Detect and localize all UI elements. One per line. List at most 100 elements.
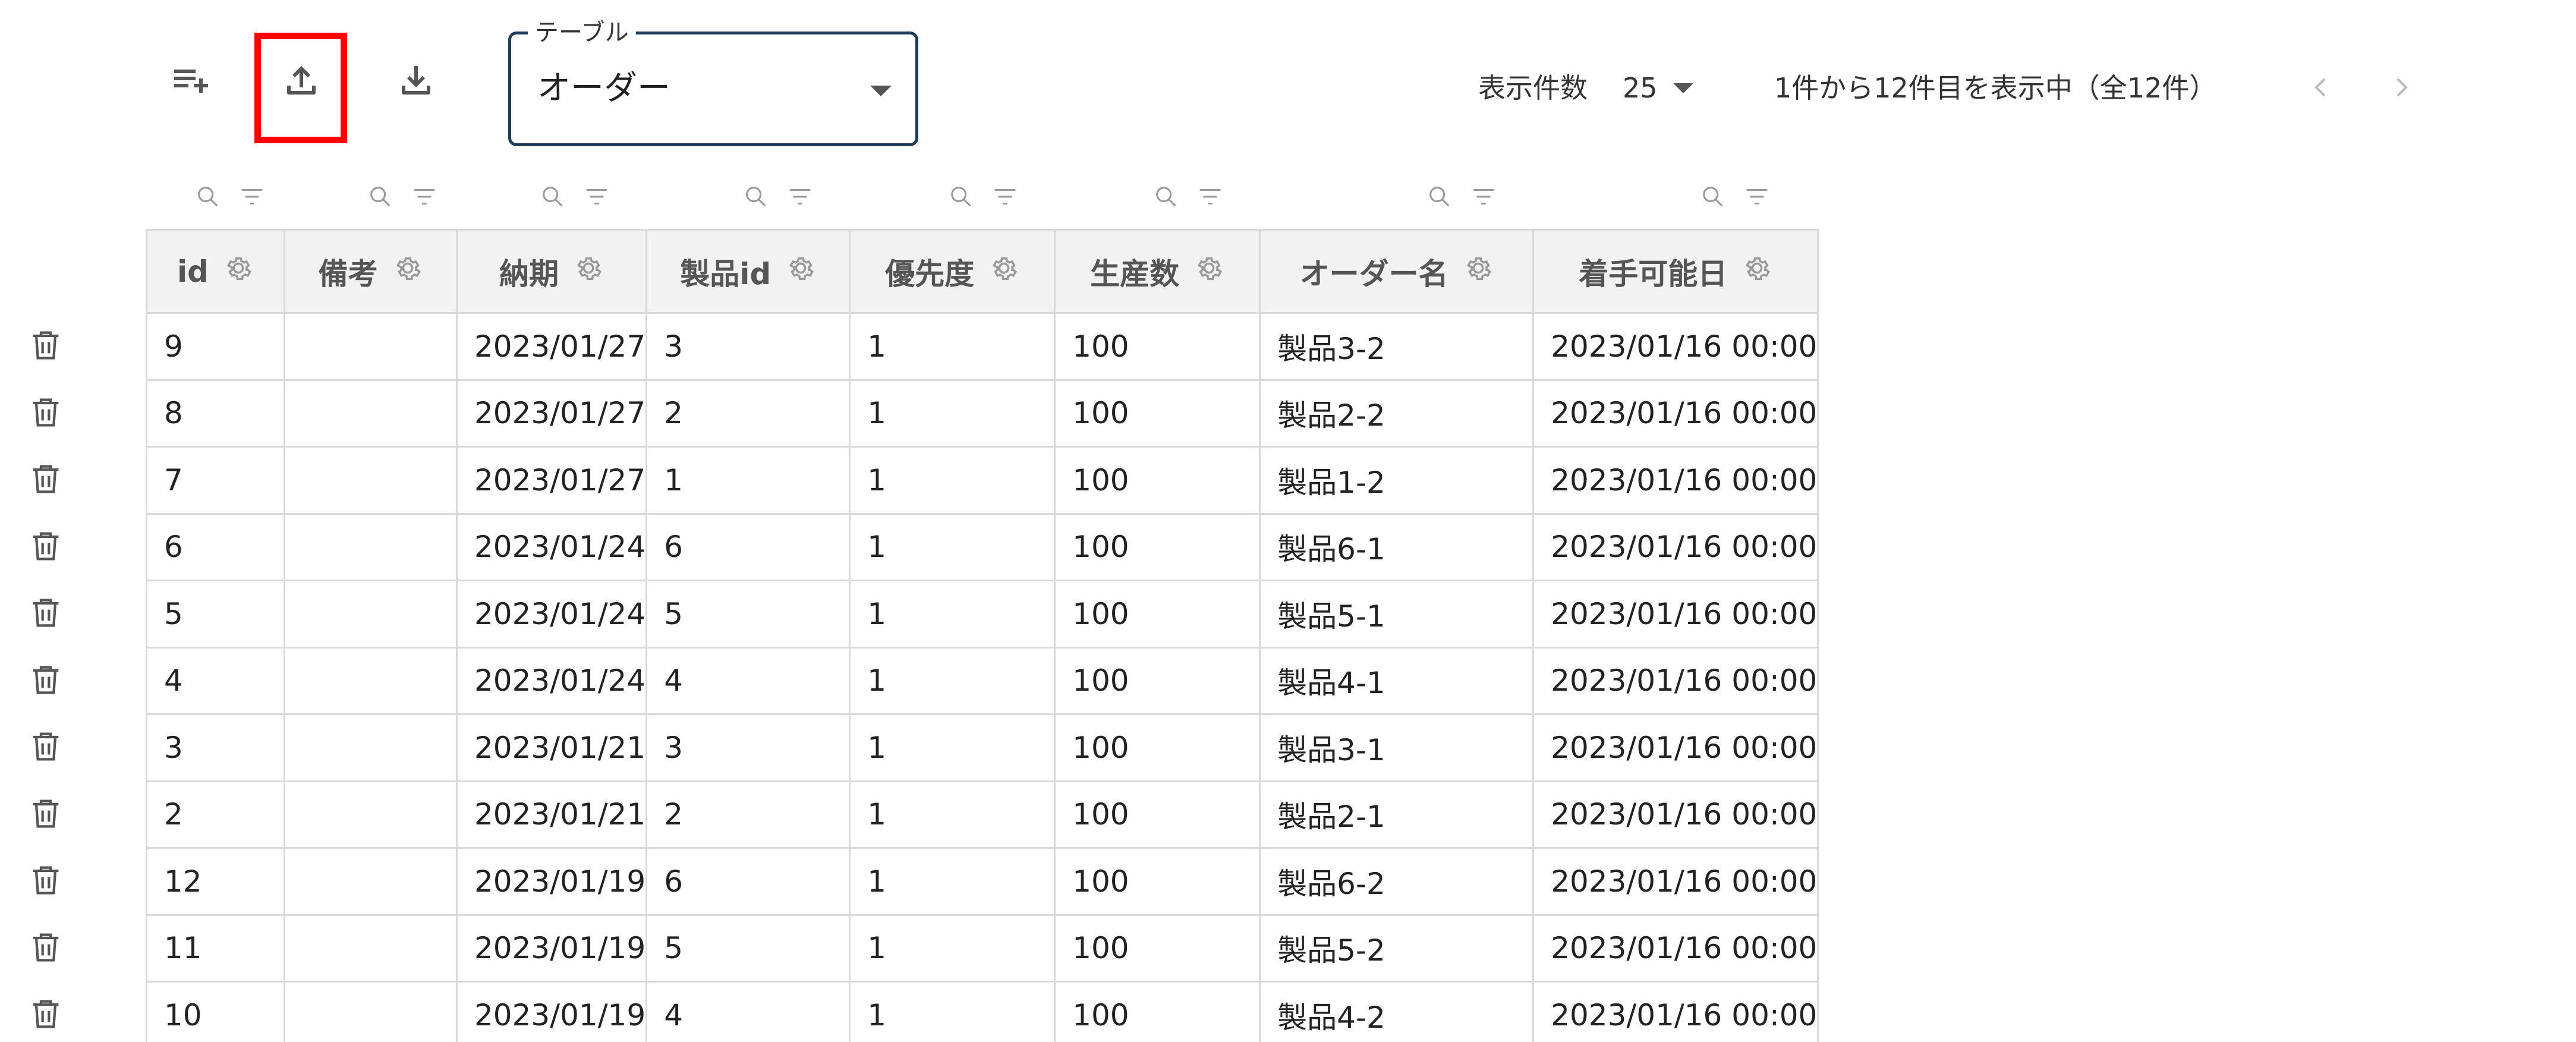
table-cell[interactable]: 4 (146, 646, 285, 715)
table-cell[interactable]: 3 (645, 713, 851, 782)
delete-row-button[interactable] (27, 861, 65, 899)
gear-icon[interactable] (1193, 253, 1224, 291)
table-cell[interactable]: 製品2-2 (1259, 379, 1535, 448)
column-header[interactable]: オーダー名 (1259, 229, 1535, 314)
table-cell[interactable] (284, 713, 458, 782)
table-cell[interactable]: 7 (146, 446, 285, 515)
delete-row-button[interactable] (27, 460, 65, 498)
table-cell[interactable]: 5 (645, 580, 851, 649)
table-cell[interactable]: 1 (849, 713, 1056, 782)
table-cell[interactable] (284, 646, 458, 715)
table-cell[interactable]: 5 (146, 580, 285, 649)
table-cell[interactable]: 1 (849, 646, 1056, 715)
table-cell[interactable]: 2023/01/24 (455, 512, 648, 581)
table-cell[interactable]: 2023/01/27 (455, 446, 648, 515)
table-cell[interactable] (284, 512, 458, 581)
table-cell[interactable]: 2023/01/16 00:00 (1532, 981, 1819, 1042)
table-cell[interactable] (284, 914, 458, 983)
column-header[interactable]: id (146, 229, 285, 314)
search-icon[interactable] (947, 183, 975, 213)
table-cell[interactable]: 4 (645, 981, 851, 1042)
table-cell[interactable] (284, 379, 458, 448)
table-row[interactable]: 7 2023/01/27 1 1 100 製品1-2 2023/01/16 00:00 (146, 446, 1819, 515)
table-cell[interactable]: 100 (1054, 312, 1261, 381)
table-cell[interactable]: 100 (1054, 446, 1261, 515)
delete-row-button[interactable] (27, 995, 65, 1033)
table-cell[interactable] (284, 446, 458, 515)
table-cell[interactable]: 3 (146, 713, 285, 782)
table-cell[interactable]: 2023/01/19 (455, 847, 648, 916)
table-cell[interactable]: 6 (146, 512, 285, 581)
search-icon[interactable] (367, 183, 394, 213)
table-cell[interactable] (284, 981, 458, 1042)
gear-icon[interactable] (223, 253, 254, 291)
table-cell[interactable]: 100 (1054, 981, 1261, 1042)
delete-row-button[interactable] (27, 795, 65, 833)
table-cell[interactable]: 製品1-2 (1259, 446, 1535, 515)
gear-icon[interactable] (392, 253, 423, 291)
table-row[interactable]: 2 2023/01/21 2 1 100 製品2-1 2023/01/16 00:00 (146, 780, 1819, 849)
table-cell[interactable]: 2023/01/16 00:00 (1532, 646, 1819, 715)
search-icon[interactable] (1426, 183, 1453, 213)
gear-icon[interactable] (1742, 253, 1772, 291)
table-cell[interactable]: 6 (645, 512, 851, 581)
table-cell[interactable]: 100 (1054, 646, 1261, 715)
table-row[interactable]: 11 2023/01/19 5 1 100 製品5-2 2023/01/16 00:00 (146, 914, 1819, 983)
delete-row-button[interactable] (27, 661, 65, 699)
search-icon[interactable] (1699, 183, 1727, 213)
filter-icon[interactable] (1743, 183, 1771, 213)
table-cell[interactable]: 100 (1054, 379, 1261, 448)
table-row[interactable]: 12 2023/01/19 6 1 100 製品6-2 2023/01/16 00:00 (146, 847, 1819, 916)
table-cell[interactable] (284, 312, 458, 381)
table-row[interactable]: 10 2023/01/19 4 1 100 製品4-2 2023/01/16 00:00 (146, 981, 1819, 1042)
column-header[interactable]: 備考 (284, 229, 458, 314)
delete-row-button[interactable] (27, 594, 65, 632)
table-row[interactable]: 6 2023/01/24 6 1 100 製品6-1 2023/01/16 00:00 (146, 512, 1819, 581)
filter-icon[interactable] (1470, 183, 1497, 213)
table-cell[interactable]: 製品3-1 (1259, 713, 1535, 782)
search-icon[interactable] (539, 183, 566, 213)
filter-icon[interactable] (583, 183, 610, 213)
table-cell[interactable]: 100 (1054, 780, 1261, 849)
table-cell[interactable]: 9 (146, 312, 285, 381)
table-cell[interactable]: 1 (645, 446, 851, 515)
delete-row-button[interactable] (27, 393, 65, 432)
filter-icon[interactable] (786, 183, 814, 213)
table-cell[interactable]: 2023/01/19 (455, 914, 648, 983)
column-header[interactable]: 生産数 (1054, 229, 1261, 314)
delete-row-button[interactable] (27, 326, 65, 364)
table-row[interactable]: 3 2023/01/21 3 1 100 製品3-1 2023/01/16 00:00 (146, 713, 1819, 782)
table-cell[interactable]: 2023/01/27 (455, 312, 648, 381)
previous-page-button[interactable] (2300, 67, 2342, 108)
table-cell[interactable]: 2023/01/27 (455, 379, 648, 448)
table-cell[interactable]: 製品6-1 (1259, 512, 1535, 581)
table-cell[interactable]: 2023/01/16 00:00 (1532, 780, 1819, 849)
add-rows-button[interactable] (163, 53, 217, 107)
table-row[interactable]: 9 2023/01/27 3 1 100 製品3-2 2023/01/16 00:00 (146, 312, 1819, 381)
search-icon[interactable] (742, 183, 770, 213)
delete-row-button[interactable] (27, 527, 65, 565)
table-cell[interactable]: 2023/01/16 00:00 (1532, 446, 1819, 515)
table-cell[interactable]: 5 (645, 914, 851, 983)
table-cell[interactable]: 2023/01/16 00:00 (1532, 580, 1819, 649)
table-cell[interactable]: 2023/01/24 (455, 580, 648, 649)
table-cell[interactable]: 1 (849, 780, 1056, 849)
gear-icon[interactable] (1463, 253, 1494, 291)
rows-per-page-select[interactable]: 25 (1623, 70, 1693, 106)
table-cell[interactable]: 1 (849, 914, 1056, 983)
table-cell[interactable]: 製品6-2 (1259, 847, 1535, 916)
gear-icon[interactable] (573, 253, 604, 291)
filter-icon[interactable] (238, 183, 266, 213)
table-cell[interactable]: 11 (146, 914, 285, 983)
table-cell[interactable]: 2 (645, 780, 851, 849)
table-cell[interactable]: 1 (849, 847, 1056, 916)
table-cell[interactable]: 2023/01/16 00:00 (1532, 847, 1819, 916)
filter-icon[interactable] (1196, 183, 1224, 213)
table-cell[interactable]: 2023/01/16 00:00 (1532, 512, 1819, 581)
table-cell[interactable]: 2023/01/16 00:00 (1532, 379, 1819, 448)
download-button[interactable] (389, 53, 443, 107)
table-cell[interactable]: 2 (645, 379, 851, 448)
table-row[interactable]: 5 2023/01/24 5 1 100 製品5-1 2023/01/16 00:00 (146, 580, 1819, 649)
table-cell[interactable]: 1 (849, 446, 1056, 515)
table-cell[interactable]: 製品5-2 (1259, 914, 1535, 983)
